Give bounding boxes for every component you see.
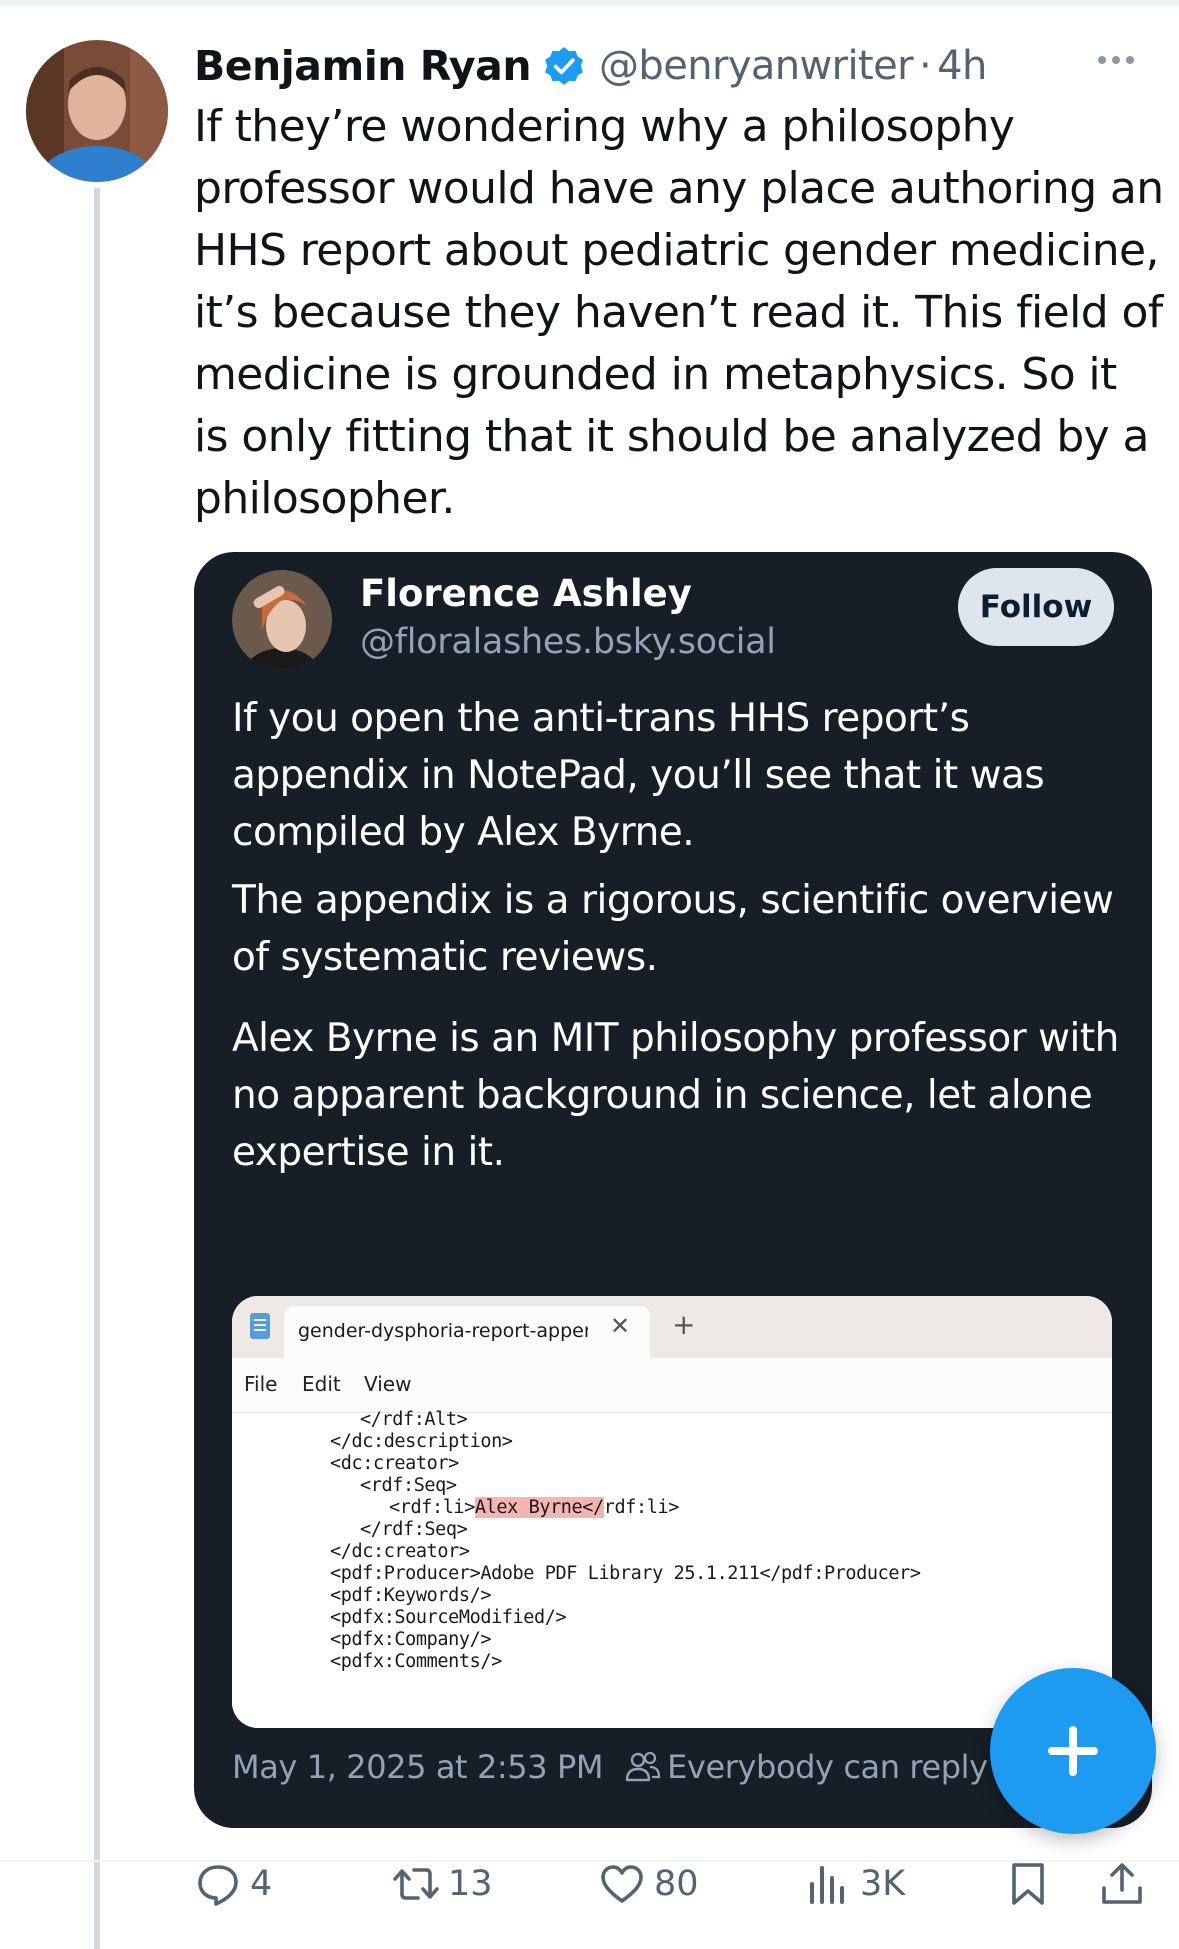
like-icon (601, 1865, 643, 1903)
code-line: <pdfx:SourceModified/> (330, 1607, 567, 1628)
reply-setting: Everybody can reply (667, 1748, 988, 1786)
close-tab-icon[interactable]: ✕ (610, 1312, 630, 1340)
code-line: <dc:creator> (330, 1453, 459, 1474)
notepad-screenshot[interactable]: gender-dysphoria-report-appendi ✕ + File… (232, 1296, 1112, 1728)
reply-button[interactable]: 4 (194, 1856, 272, 1912)
views-button[interactable]: 3K (804, 1856, 905, 1912)
author-name[interactable]: Benjamin Ryan (194, 42, 532, 90)
tweet-header: Benjamin Ryan @benryanwriter · 4h (194, 36, 987, 96)
tweet-time[interactable]: 4h (937, 43, 987, 89)
notepad-editor[interactable]: </rdf:Alt> </dc:description> <dc:creator… (232, 1409, 1112, 1728)
code-line: <pdfx:Comments/> (330, 1651, 502, 1672)
share-button[interactable] (1098, 1856, 1146, 1912)
notepad-menu-bar: File Edit View (232, 1358, 1112, 1413)
reply-count: 4 (250, 1864, 273, 1904)
more-icon[interactable] (1098, 40, 1134, 80)
repost-icon (393, 1868, 439, 1900)
separator-dot: · (918, 43, 932, 89)
top-divider (0, 0, 1179, 6)
notepad-tab-bar: gender-dysphoria-report-appendi ✕ + (232, 1296, 1112, 1358)
like-button[interactable]: 80 (598, 1856, 699, 1912)
code-line: <pdf:Keywords/> (330, 1585, 492, 1606)
bookmark-button[interactable] (1004, 1856, 1052, 1912)
notepad-file-icon (250, 1313, 270, 1339)
repost-button[interactable]: 13 (392, 1856, 493, 1912)
thread-line (94, 188, 100, 1949)
new-tab-icon[interactable]: + (672, 1308, 695, 1341)
embed-paragraph: If you open the anti-trans HHS report’s … (232, 696, 1045, 855)
embed-paragraph: The appendix is a rigorous, scientific o… (232, 878, 1114, 980)
code-line: </dc:description> (330, 1431, 513, 1452)
code-line: <rdf:li>Alex Byrne</rdf:li> (389, 1497, 679, 1518)
actions-divider (0, 1860, 1179, 1862)
code-line: <pdf:Producer>Adobe PDF Library 25.1.211… (330, 1563, 921, 1584)
code-line: <rdf:Seq> (360, 1475, 457, 1496)
tweet-text: If they’re wondering why a philosophy pr… (194, 101, 1164, 524)
menu-file[interactable]: File (244, 1372, 277, 1396)
code-line: </rdf:Seq> (360, 1519, 468, 1540)
code-text: <rdf:li> (389, 1497, 475, 1518)
embed-author-name[interactable]: Florence Ashley (360, 572, 692, 615)
embed-timestamp[interactable]: May 1, 2025 at 2:53 PM (232, 1748, 604, 1786)
author-avatar[interactable] (26, 40, 168, 182)
repost-count: 13 (448, 1864, 493, 1904)
embed-footer: May 1, 2025 at 2:53 PM Everybody can rep… (232, 1742, 988, 1792)
embed-author-handle[interactable]: @floralashes.bsky.social (360, 622, 776, 662)
menu-edit[interactable]: Edit (302, 1372, 341, 1396)
like-count: 80 (654, 1864, 699, 1904)
share-icon (1102, 1863, 1142, 1904)
embed-author-avatar[interactable] (232, 570, 332, 670)
menu-view[interactable]: View (364, 1372, 411, 1396)
plus-icon (1069, 1726, 1077, 1776)
views-icon (810, 1866, 844, 1904)
people-icon (625, 1751, 661, 1782)
compose-button[interactable] (990, 1668, 1156, 1834)
code-text: rdf:li> (603, 1497, 680, 1518)
views-count: 3K (860, 1864, 906, 1904)
reply-icon (198, 1865, 238, 1906)
highlighted-creator: Alex Byrne</ (474, 1497, 604, 1518)
verified-badge-icon (545, 47, 583, 85)
author-handle[interactable]: @benryanwriter (599, 43, 914, 89)
code-line: <pdfx:Company/> (330, 1629, 492, 1650)
notepad-tab[interactable]: gender-dysphoria-report-appendi ✕ (284, 1306, 650, 1358)
bookmark-icon (1012, 1863, 1044, 1905)
follow-button[interactable]: Follow (958, 568, 1114, 646)
code-line: </dc:creator> (330, 1541, 470, 1562)
quoted-post-card[interactable]: Florence Ashley @floralashes.bsky.social… (194, 552, 1152, 1828)
code-line: </rdf:Alt> (360, 1409, 468, 1430)
embed-paragraph: Alex Byrne is an MIT philosophy professo… (232, 1016, 1119, 1175)
notepad-tab-title: gender-dysphoria-report-appendi (298, 1320, 588, 1342)
